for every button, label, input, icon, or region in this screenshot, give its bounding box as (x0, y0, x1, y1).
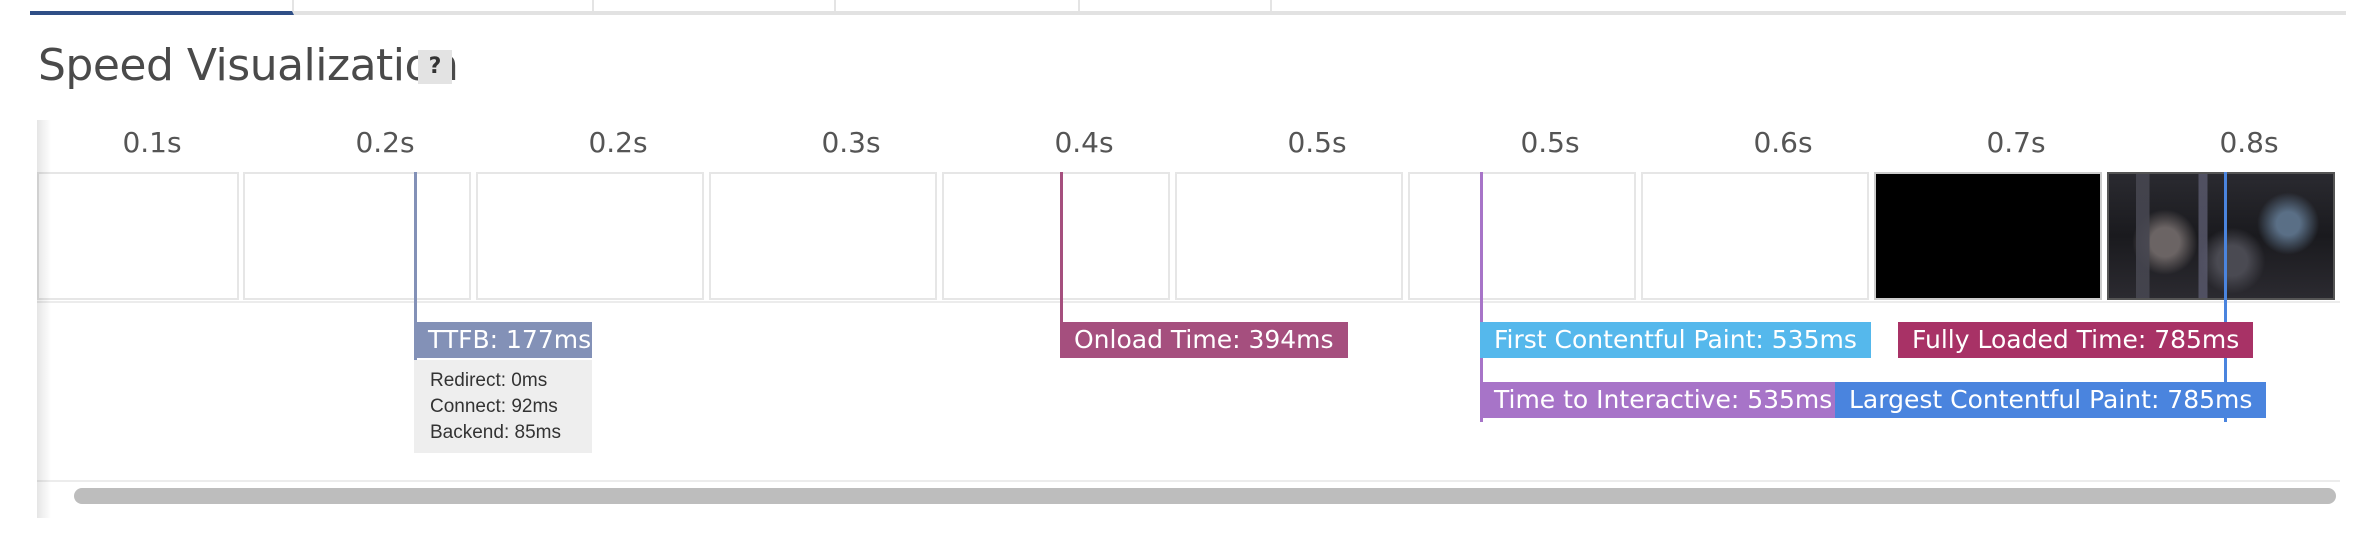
tti-label[interactable]: Time to Interactive: 535ms (1480, 382, 1847, 418)
ttfb-label[interactable]: TTFB: 177ms (414, 322, 592, 358)
filmstrip-frame[interactable] (243, 172, 471, 300)
timeline-tick: 0.2s (588, 126, 648, 159)
fcp-label[interactable]: First Contentful Paint: 535ms (1480, 322, 1871, 358)
timeline-tick: 0.2s (355, 126, 415, 159)
timeline-tick: 0.5s (1520, 126, 1580, 159)
ttfb-backend: Backend: 85ms (430, 422, 561, 443)
filmstrip-frame[interactable] (476, 172, 704, 300)
filmstrip-frame[interactable] (37, 172, 239, 300)
ttfb-details: Redirect: 0ms Connect: 92ms Backend: 85m… (414, 360, 592, 453)
tab-4[interactable] (834, 0, 1080, 11)
filmstrip-frame[interactable] (1408, 172, 1636, 300)
timeline-tick: 0.1s (122, 126, 182, 159)
timeline-tick: 0.4s (1054, 126, 1114, 159)
timeline-tick: 0.5s (1287, 126, 1347, 159)
panel-left-shadow (37, 120, 51, 518)
lcp-label[interactable]: Largest Contentful Paint: 785ms (1835, 382, 2267, 418)
timeline-tick: 0.3s (821, 126, 881, 159)
filmstrip-frame[interactable] (1874, 172, 2102, 300)
section-title: Speed Visualization (38, 40, 459, 91)
tab-5[interactable] (1078, 0, 1272, 11)
scrollbar-thumb[interactable] (74, 488, 2336, 504)
speed-visualization-panel: 0.1s 0.2s 0.2s 0.3s 0.4s 0.5s 0.5s 0.6s … (37, 120, 2340, 518)
filmstrip-frame[interactable] (709, 172, 937, 300)
timeline-tick: 0.8s (2219, 126, 2279, 159)
help-button[interactable]: ? (418, 50, 452, 84)
filmstrip-frame-screenshot[interactable] (2107, 172, 2335, 300)
ttfb-redirect: Redirect: 0ms (430, 370, 548, 391)
onload-label[interactable]: Onload Time: 394ms (1060, 322, 1348, 358)
divider (37, 301, 2340, 303)
timeline-tick: 0.6s (1753, 126, 1813, 159)
tab-1[interactable] (30, 0, 294, 15)
tab-3[interactable] (592, 0, 836, 11)
filmstrip-frame[interactable] (1175, 172, 1403, 300)
timeline-tick: 0.7s (1986, 126, 2046, 159)
filmstrip-frame[interactable] (1641, 172, 1869, 300)
onload-marker-line (1060, 172, 1063, 322)
ttfb-connect: Connect: 92ms (430, 396, 558, 417)
fully-loaded-label[interactable]: Fully Loaded Time: 785ms (1898, 322, 2254, 358)
tab-2[interactable] (292, 0, 594, 11)
filmstrip-frame[interactable] (942, 172, 1170, 300)
tab-strip (30, 0, 2346, 15)
